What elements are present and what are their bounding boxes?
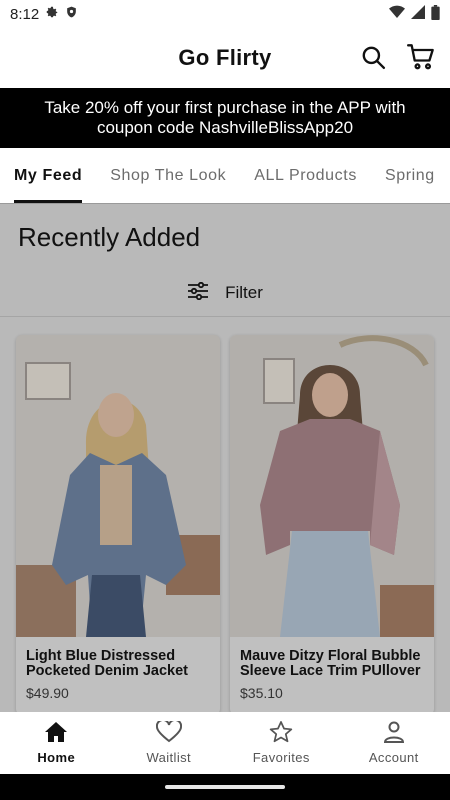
tab-my-feed[interactable]: My Feed	[14, 148, 83, 203]
promo-text: Take 20% off your first purchase in the …	[44, 98, 406, 137]
filter-label: Filter	[225, 283, 263, 302]
nav-favorites-label: Favorites	[252, 750, 310, 765]
home-gesture-handle[interactable]	[165, 785, 285, 789]
signal-icon	[411, 5, 425, 23]
app-title: Go Flirty	[178, 45, 272, 70]
nav-favorites[interactable]: Favorites	[225, 712, 338, 774]
person-icon	[383, 721, 405, 746]
status-time: 8:12	[10, 5, 40, 23]
filter-icon	[187, 281, 209, 305]
divider	[0, 316, 450, 317]
home-icon	[44, 721, 68, 746]
nav-home-label: Home	[37, 750, 76, 765]
product-image-denim-jacket[interactable]	[16, 335, 220, 637]
app-bar: Go Flirty	[0, 28, 450, 88]
product-grid: Light Blue Distressed Pocketed Denim Jac…	[16, 335, 434, 712]
tab-bar: My Feed Shop The Look ALL Products Sprin…	[0, 148, 450, 204]
nav-waitlist-label: Waitlist	[146, 750, 192, 765]
tab-spring[interactable]: Spring	[385, 148, 435, 203]
product-card[interactable]: Mauve Ditzy Floral Bubble Sleeve Lace Tr…	[230, 335, 434, 712]
product-price: $35.10	[240, 685, 283, 701]
promo-banner[interactable]: Take 20% off your first purchase in the …	[0, 88, 450, 148]
product-price: $49.90	[26, 685, 69, 701]
status-bar: 8:12	[0, 0, 450, 28]
product-card[interactable]: Light Blue Distressed Pocketed Denim Jac…	[16, 335, 220, 712]
nav-home[interactable]: Home	[0, 712, 113, 774]
bottom-nav: Home Waitlist Favorites Account	[0, 712, 450, 774]
filter-button[interactable]: Filter	[0, 270, 450, 316]
product-name[interactable]: Light Blue Distressed Pocketed Denim Jac…	[26, 649, 210, 679]
shield-icon	[65, 5, 78, 23]
feed-content[interactable]: Recently Added Filter Light Blue Distres…	[0, 204, 450, 712]
search-icon[interactable]	[358, 42, 388, 72]
tab-shop-the-look[interactable]: Shop The Look	[110, 148, 226, 203]
product-name[interactable]: Mauve Ditzy Floral Bubble Sleeve Lace Tr…	[240, 649, 424, 679]
system-gesture-bar	[0, 774, 450, 800]
cart-icon[interactable]	[406, 42, 436, 72]
tab-all-products[interactable]: ALL Products	[254, 148, 357, 203]
wifi-icon	[389, 5, 405, 23]
heart-icon	[155, 718, 182, 746]
nav-waitlist[interactable]: Waitlist	[113, 712, 226, 774]
star-icon	[269, 721, 293, 746]
nav-account[interactable]: Account	[338, 712, 450, 774]
battery-icon	[431, 4, 440, 24]
gear-icon	[45, 5, 59, 23]
product-image-mauve-pullover[interactable]	[230, 335, 434, 637]
section-title: Recently Added	[18, 222, 201, 252]
nav-account-label: Account	[368, 750, 419, 765]
